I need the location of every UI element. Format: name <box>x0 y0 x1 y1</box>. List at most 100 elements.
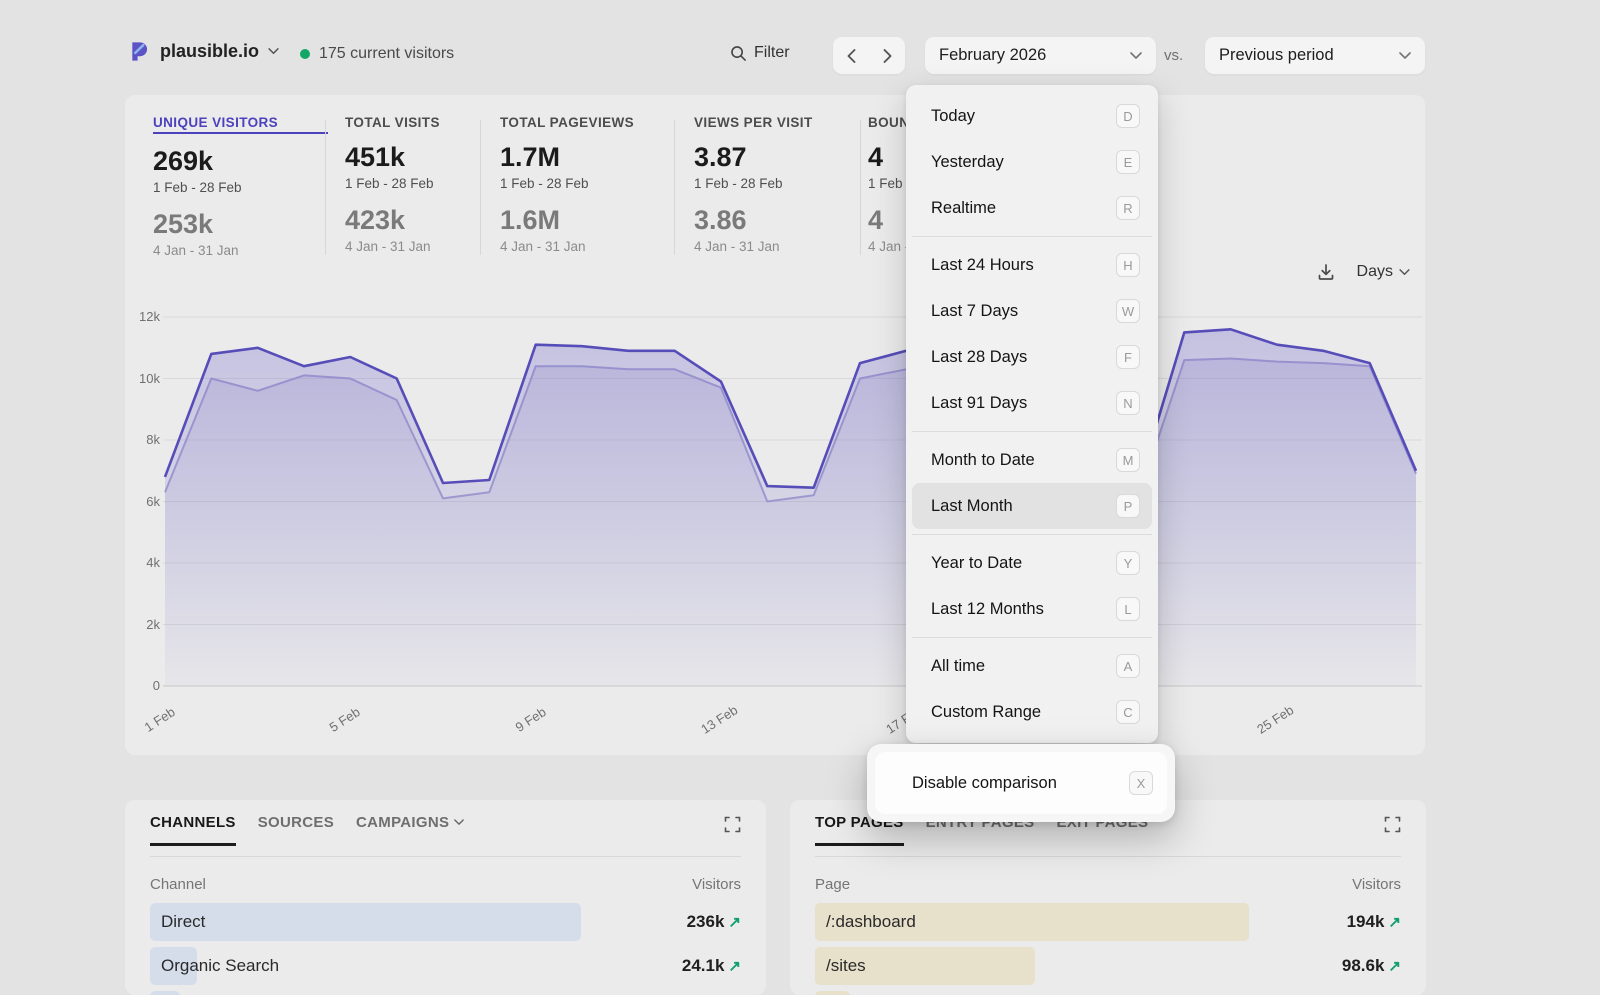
prev-period-arrow-icon[interactable] <box>834 37 868 74</box>
stat-prev-range: 4 Jan - 31 Jan <box>868 239 906 254</box>
shortcut-key-badge: C <box>1116 700 1140 724</box>
menu-item-label: Year to Date <box>931 554 1022 573</box>
menu-item-all-time[interactable]: All timeA <box>912 643 1152 689</box>
shortcut-key-badge: M <box>1116 448 1140 472</box>
pages-panel: TOP PAGESENTRY PAGESEXIT PAGES Page Visi… <box>790 800 1426 995</box>
comparison-select[interactable]: Previous period <box>1205 37 1425 74</box>
row-label[interactable]: /:dashboard <box>826 912 916 932</box>
expand-icon[interactable] <box>724 816 741 833</box>
stat-unique-visitors[interactable]: UNIQUE VISITORS269k1 Feb - 28 Feb253k4 J… <box>153 115 328 258</box>
chart-toolbar: Days <box>1317 263 1410 281</box>
shortcut-key-badge: A <box>1116 654 1140 678</box>
stat-label: UNIQUE VISITORS <box>153 115 328 134</box>
row-label[interactable]: Direct <box>161 912 205 932</box>
tab-sources[interactable]: SOURCES <box>258 814 334 843</box>
interval-select[interactable]: Days <box>1357 263 1410 281</box>
menu-item-label: Month to Date <box>931 451 1035 470</box>
tab-campaigns[interactable]: CAMPAIGNS <box>356 814 464 843</box>
table-row[interactable]: /:dashboard 194k↗ <box>815 903 1401 941</box>
trend-up-icon: ↗ <box>1388 958 1401 975</box>
shortcut-key-badge: H <box>1116 253 1140 277</box>
divider <box>325 120 326 255</box>
row-value: 194k↗ <box>1347 912 1401 932</box>
column-headers: Page Visitors <box>815 876 1401 893</box>
menu-item-label: Custom Range <box>931 703 1041 722</box>
table-row[interactable]: Direct236k↗ <box>150 903 741 941</box>
filter-button[interactable]: Filter <box>730 44 790 62</box>
divider <box>912 534 1152 535</box>
menu-item-realtime[interactable]: Realtime R <box>912 185 1152 231</box>
row-bar <box>150 991 180 995</box>
menu-item-last-7-days[interactable]: Last 7 DaysW <box>912 288 1152 334</box>
y-axis-tick: 8k <box>125 432 160 447</box>
plausible-logo-icon <box>128 40 151 63</box>
menu-item-last-28-days[interactable]: Last 28 DaysF <box>912 334 1152 380</box>
stat-prev-value: 4 <box>868 205 906 236</box>
stat-value: 451k <box>345 142 495 173</box>
column-header-left: Channel <box>150 876 206 893</box>
menu-item-custom-range[interactable]: Custom Range C <box>912 689 1152 735</box>
stat-value: 4 <box>868 142 906 173</box>
tab-label: SOURCES <box>258 814 334 831</box>
stat-range: 1 Feb - 28 Feb <box>345 176 495 191</box>
row-label[interactable]: /sites <box>826 956 866 976</box>
visitors-chart[interactable]: 02k4k6k8k10k12k1 Feb5 Feb9 Feb13 Feb17 F… <box>125 300 1425 755</box>
shortcut-key-badge: E <box>1116 150 1140 174</box>
current-visitors[interactable]: 175 current visitors <box>300 45 454 63</box>
row-label[interactable]: Organic Search <box>161 956 279 976</box>
table-row[interactable]: Organic Search24.1k↗ <box>150 947 741 985</box>
site-name: plausible.io <box>160 41 259 62</box>
menu-item-last-month[interactable]: Last MonthP <box>912 483 1152 529</box>
y-axis-tick: 10k <box>125 371 160 386</box>
menu-item-today[interactable]: TodayD <box>912 93 1152 139</box>
menu-item-disable-comparison[interactable]: Disable comparison X <box>875 752 1167 814</box>
chevron-down-icon <box>1399 52 1411 60</box>
y-axis-tick: 12k <box>125 309 160 324</box>
current-visitors-label: 175 current visitors <box>319 45 454 63</box>
next-period-arrow-icon[interactable] <box>870 37 904 74</box>
menu-item-label: Disable comparison <box>912 774 1057 793</box>
stat-views-per-visit[interactable]: VIEWS PER VISIT3.871 Feb - 28 Feb3.864 J… <box>694 115 859 254</box>
expand-icon[interactable] <box>1384 816 1401 833</box>
trend-up-icon: ↗ <box>1388 914 1401 931</box>
row-bar <box>815 991 850 995</box>
vs-label: vs. <box>1164 47 1183 64</box>
tab-channels[interactable]: CHANNELS <box>150 814 236 846</box>
stat-prev-value: 423k <box>345 205 495 236</box>
stat-total-pageviews[interactable]: TOTAL PAGEVIEWS1.7M1 Feb - 28 Feb1.6M4 J… <box>500 115 695 254</box>
trend-up-icon: ↗ <box>728 914 741 931</box>
column-header-right: Visitors <box>1352 876 1401 893</box>
table-row[interactable]: /sites98.6k↗ <box>815 947 1401 985</box>
menu-item-last-24-hours[interactable]: Last 24 Hours H <box>912 242 1152 288</box>
date-range-select[interactable]: February 2026 <box>925 37 1156 74</box>
menu-item-yesterday[interactable]: YesterdayE <box>912 139 1152 185</box>
divider <box>815 856 1401 857</box>
menu-item-last-12-months[interactable]: Last 12 MonthsL <box>912 586 1152 632</box>
menu-item-label: Realtime <box>931 199 996 218</box>
column-header-right: Visitors <box>692 876 741 893</box>
chevron-down-icon <box>1130 52 1142 60</box>
shortcut-key-badge: P <box>1116 494 1140 518</box>
stat-value: 3.87 <box>694 142 859 173</box>
shortcut-key-badge: R <box>1116 196 1140 220</box>
divider <box>860 120 861 255</box>
y-axis-tick: 6k <box>125 494 160 509</box>
site-switcher[interactable]: plausible.io <box>128 40 279 63</box>
stat-prev-range: 4 Jan - 31 Jan <box>345 239 495 254</box>
stat-total-visits[interactable]: TOTAL VISITS451k1 Feb - 28 Feb423k4 Jan … <box>345 115 495 254</box>
comparison-menu: Disable comparison X <box>867 744 1175 822</box>
top-bar: plausible.io 175 current visitors Filter… <box>0 0 1600 95</box>
channels-tabs: CHANNELS SOURCES CAMPAIGNS <box>150 814 741 843</box>
divider <box>150 856 741 857</box>
menu-item-month-to-date[interactable]: Month to Date M <box>912 437 1152 483</box>
menu-item-label: Last 24 Hours <box>931 256 1034 275</box>
menu-item-last-91-days[interactable]: Last 91 DaysN <box>912 380 1152 426</box>
menu-item-year-to-date[interactable]: Year to DateY <box>912 540 1152 586</box>
table-row-partial <box>150 991 741 995</box>
chevron-down-icon <box>454 819 464 826</box>
row-bar <box>150 903 581 941</box>
download-icon[interactable] <box>1317 263 1335 281</box>
period-nav <box>833 37 905 74</box>
channels-panel: CHANNELS SOURCES CAMPAIGNS Channel Visitor… <box>125 800 766 995</box>
divider <box>912 236 1152 237</box>
